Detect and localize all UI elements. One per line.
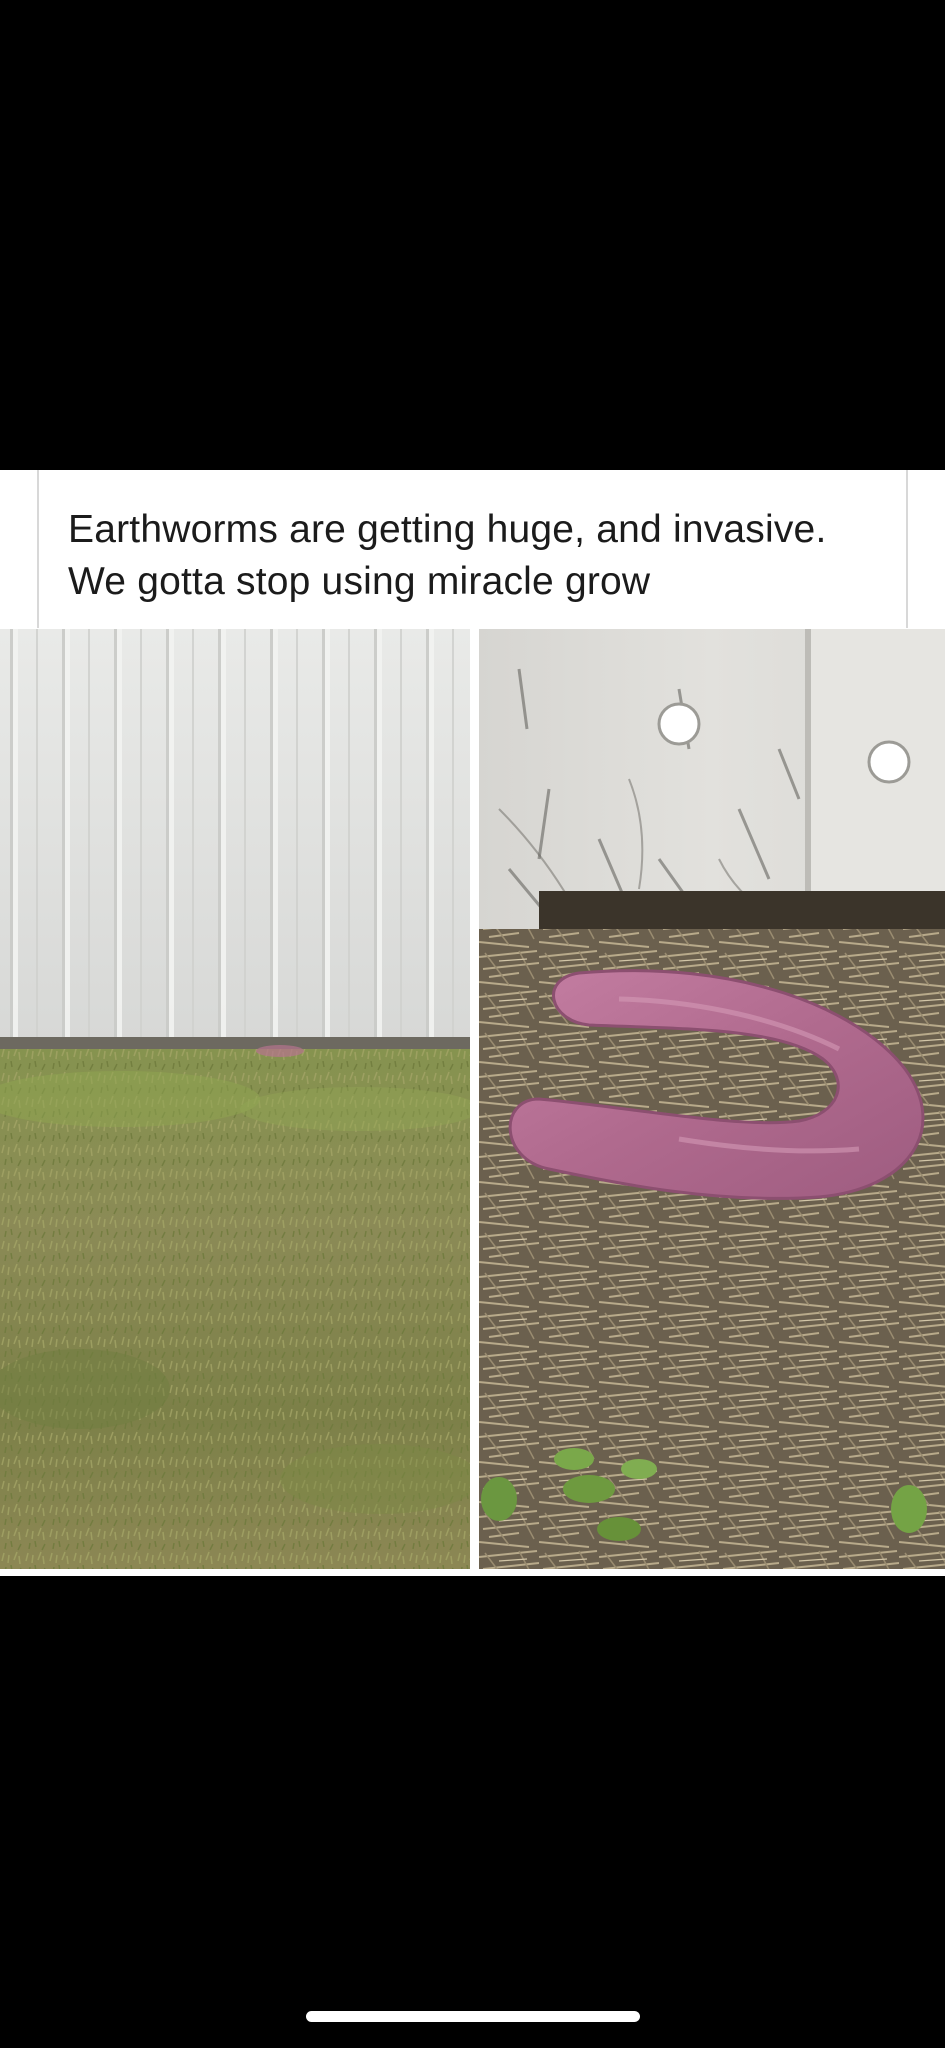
photo-pink-object-on-straw (479, 629, 945, 1569)
caption-line-1: Earthworms are getting huge, and invasiv… (68, 508, 827, 551)
wall-screw-cap-1 (657, 702, 701, 746)
photo-siding-and-lawn (0, 629, 470, 1569)
photo-divider (470, 629, 479, 1569)
siding-bottom-edge (0, 1037, 470, 1049)
caption-divider-right (906, 470, 908, 628)
pink-object-illustration (479, 629, 945, 1569)
caption-line-2: We gotta stop using miracle grow (68, 560, 651, 603)
meme-card: Earthworms are getting huge, and invasiv… (0, 470, 945, 1576)
distant-pink-object (256, 1045, 304, 1057)
home-indicator[interactable] (306, 2011, 640, 2022)
caption-divider-left (37, 470, 39, 628)
caption-box: Earthworms are getting huge, and invasiv… (0, 470, 945, 628)
wall-screw-cap-2 (867, 740, 911, 784)
siding-lawn-illustration (0, 629, 470, 1569)
